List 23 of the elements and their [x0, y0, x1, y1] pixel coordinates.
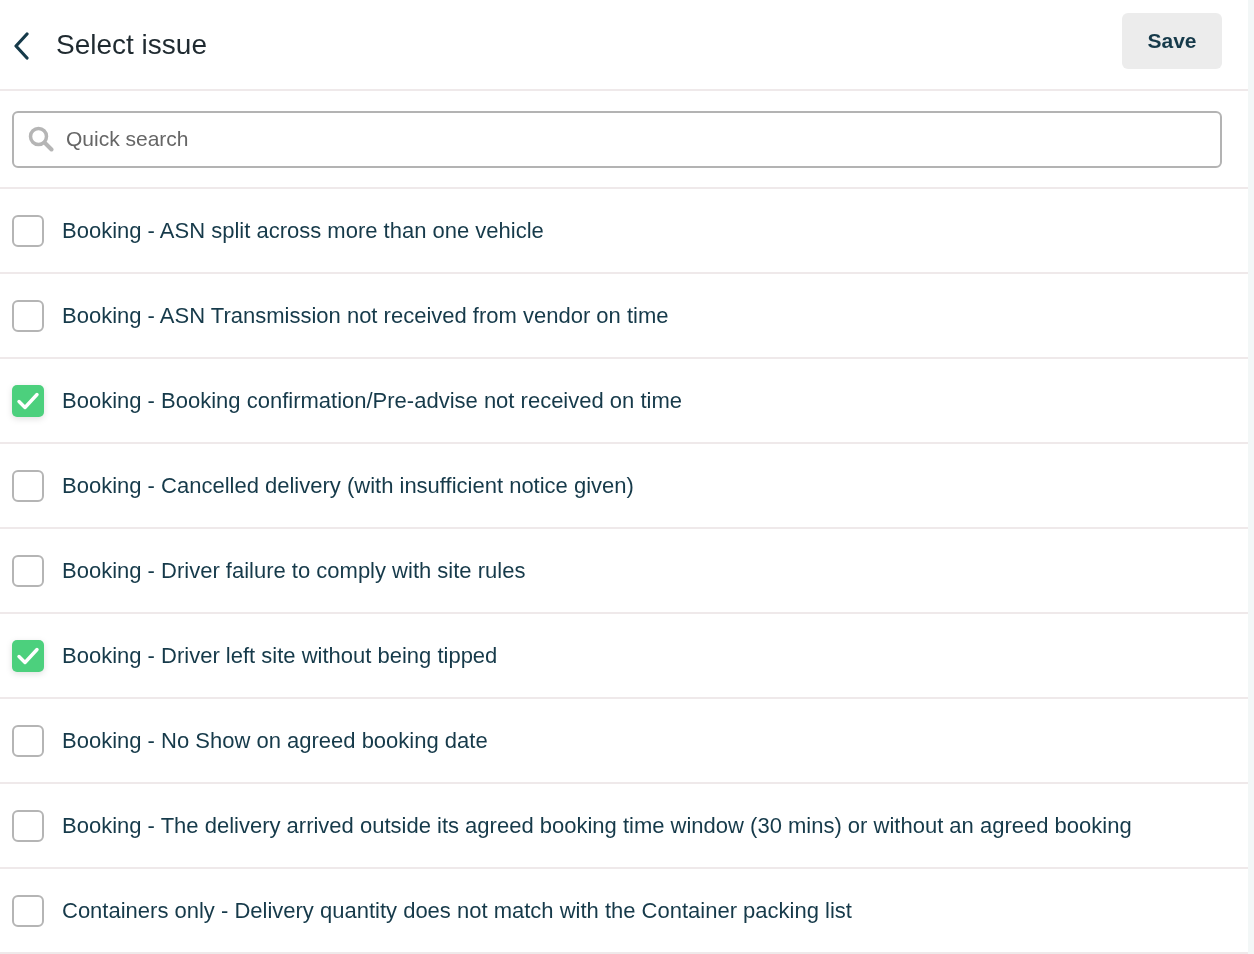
- issue-label[interactable]: Booking - ASN Transmission not received from vendor on time: [62, 304, 669, 327]
- checkbox[interactable]: [12, 724, 44, 757]
- issue-label[interactable]: Booking - Booking confirmation/Pre-advise not received on time: [62, 389, 682, 412]
- issue-label[interactable]: Booking - Cancelled delivery (with insufficient notice given): [62, 474, 634, 497]
- checkbox[interactable]: [12, 469, 44, 502]
- search-icon: [28, 125, 54, 152]
- checkbox[interactable]: [12, 554, 44, 587]
- checkbox[interactable]: [12, 639, 44, 672]
- issue-label[interactable]: Containers only - Delivery quantity does not match with the Container packing list: [62, 899, 852, 922]
- save-button[interactable]: Save: [1122, 12, 1222, 69]
- chevron-left-icon: [12, 31, 30, 60]
- page-title: Select issue: [56, 30, 207, 59]
- checkbox[interactable]: [12, 384, 44, 417]
- checkbox[interactable]: [12, 809, 44, 842]
- checkbox[interactable]: [12, 299, 44, 332]
- checkbox[interactable]: [12, 894, 44, 927]
- issue-label[interactable]: Booking - Driver left site without being tipped: [62, 644, 498, 667]
- issue-label[interactable]: Booking - No Show on agreed booking date: [62, 729, 488, 752]
- checkbox[interactable]: [12, 214, 44, 247]
- search-field[interactable]: Quick search: [12, 110, 1222, 168]
- issue-label[interactable]: Booking - Driver failure to comply with site rules: [62, 559, 526, 582]
- issue-label[interactable]: Booking - The delivery arrived outside its agreed booking time window (30 mins) or without an agreed booking: [62, 814, 1132, 837]
- issue-label[interactable]: Booking - ASN split across more than one vehicle: [62, 219, 544, 242]
